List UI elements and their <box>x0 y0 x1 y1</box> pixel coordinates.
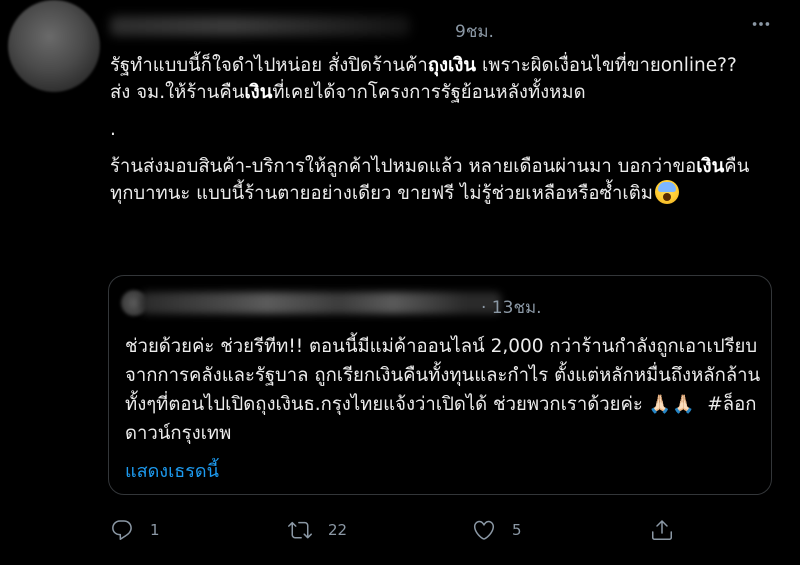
tweet-highlight-term: ถุงเงิน <box>427 55 477 76</box>
quoted-author-name-blurred[interactable] <box>141 292 501 314</box>
reply-count: 1 <box>150 521 160 539</box>
screaming-face-emoji-icon <box>654 180 679 204</box>
retweet-button[interactable]: 22 <box>288 518 347 542</box>
more-options-icon[interactable] <box>748 14 774 34</box>
like-button[interactable]: 5 <box>472 518 522 542</box>
folded-hands-emoji-icon: 🙏🏻🙏🏻 <box>648 394 696 415</box>
tweet-paragraph-1: รัฐทำแบบนี้ก็ใจดำไปหน่อย สั่งปิดร้านค้าถ… <box>110 52 760 106</box>
retweet-count: 22 <box>328 521 348 539</box>
retweet-icon <box>288 521 312 539</box>
tweet-body: รัฐทำแบบนี้ก็ใจดำไปหน่อย สั่งปิดร้านค้าถ… <box>110 52 760 207</box>
tweet-text-segment: รัฐทำแบบนี้ก็ใจดำไปหน่อย สั่งปิดร้านค้า <box>110 55 428 76</box>
share-icon <box>652 520 672 540</box>
reply-icon <box>112 520 132 540</box>
tweet-dot: . <box>110 119 116 140</box>
tweet-text-segment: ที่เคยได้จากโครงการรัฐย้อนหลังทั้งหมด <box>272 82 586 103</box>
like-count: 5 <box>512 521 522 539</box>
quoted-tweet-text: ช่วยด้วยค่ะ ช่วยรีทีท!! ตอนนี้มีแม่ค้าออ… <box>125 332 765 448</box>
tweet-paragraph-2: ร้านส่งมอบสินค้า-บริการให้ลูกค้าไปหมดแล้… <box>110 153 760 207</box>
tweet-actions: 1 22 5 <box>110 518 690 548</box>
reply-button[interactable]: 1 <box>110 518 160 542</box>
heart-icon <box>473 520 495 540</box>
tweet-timestamp[interactable]: 9ชม. <box>455 18 494 45</box>
tweet-text-segment: ร้านส่งมอบสินค้า-บริการให้ลูกค้าไปหมดแล้… <box>110 156 697 177</box>
share-button[interactable] <box>650 518 674 542</box>
show-thread-link[interactable]: แสดงเธรดนี้ <box>125 456 219 485</box>
quoted-tweet[interactable]: · 13ชม. ช่วยด้วยค่ะ ช่วยรีทีท!! ตอนนี้มี… <box>108 275 772 495</box>
tweet-highlight-term: เงิน <box>696 156 725 177</box>
quoted-timestamp[interactable]: · 13ชม. <box>481 294 542 321</box>
tweet-highlight-term: เงิน <box>244 82 273 103</box>
author-name-blurred[interactable] <box>110 16 410 36</box>
avatar[interactable] <box>8 0 100 92</box>
